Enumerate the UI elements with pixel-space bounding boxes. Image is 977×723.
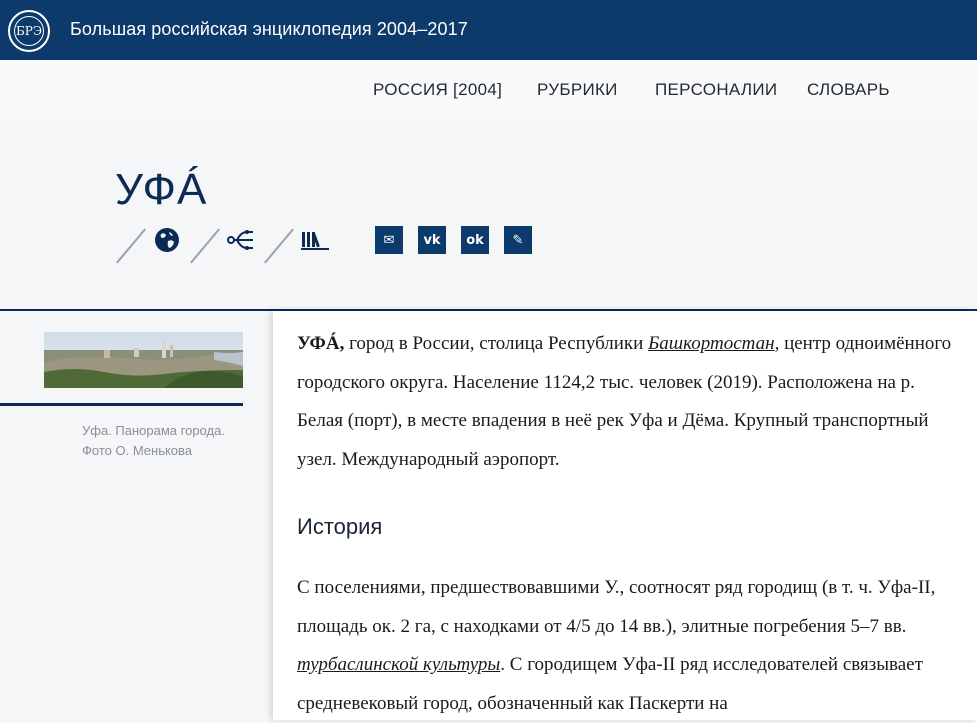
sidebar: Уфа. Панорама города. Фото О. Менькова xyxy=(0,311,273,720)
link-bashkortostan[interactable]: Башкортостан xyxy=(648,333,775,354)
page-title: УФÁ xyxy=(115,165,208,214)
nav-item-rubrics[interactable]: РУБРИКИ xyxy=(537,80,618,100)
livejournal-icon[interactable]: ✎ xyxy=(504,226,532,254)
nav-item-russia[interactable]: РОССИЯ [2004] xyxy=(373,80,502,100)
article-header: УФÁ ✉ vk ok ✎ xyxy=(0,120,977,310)
main-nav: РОССИЯ [2004] РУБРИКИ ПЕРСОНАЛИИ СЛОВАРЬ xyxy=(0,60,977,120)
article-term: УФÁ, xyxy=(297,333,345,354)
site-title[interactable]: Большая российская энциклопедия 2004–201… xyxy=(70,19,468,40)
odnoklassniki-icon[interactable]: ok xyxy=(461,226,489,254)
link-turbaslinskaya-culture[interactable]: турбаслинской культуры xyxy=(297,654,500,675)
separator xyxy=(264,228,294,264)
intro-paragraph: УФÁ, город в России, столица Республики … xyxy=(297,325,965,479)
separator xyxy=(116,228,146,264)
nav-item-persons[interactable]: ПЕРСОНАЛИИ xyxy=(655,80,777,100)
separator xyxy=(190,228,220,264)
section-heading-history: История xyxy=(297,514,383,539)
sidebar-rule xyxy=(0,403,243,406)
share-network-icon[interactable] xyxy=(227,226,255,254)
history-paragraph: С поселениями, предшествовавшими У., соо… xyxy=(297,569,965,723)
nav-item-dictionary[interactable]: СЛОВАРЬ xyxy=(807,80,890,100)
image-caption: Уфа. Панорама города. Фото О. Менькова xyxy=(82,421,225,461)
vk-icon[interactable]: vk xyxy=(418,226,446,254)
intro-text: город в России, столица Республики xyxy=(344,333,649,354)
mail-icon[interactable]: ✉ xyxy=(375,226,403,254)
caption-line: Фото О. Менькова xyxy=(82,443,193,458)
globe-icon[interactable] xyxy=(153,226,181,254)
article-body: УФÁ, город в России, столица Республики … xyxy=(273,311,977,720)
caption-line: Уфа. Панорама города. xyxy=(82,423,225,438)
top-bar: БРЭ Большая российская энциклопедия 2004… xyxy=(0,0,977,60)
history-text: С поселениями, предшествовавшими У., соо… xyxy=(297,577,936,637)
library-icon[interactable] xyxy=(301,226,329,254)
city-panorama-image[interactable] xyxy=(44,332,243,388)
logo[interactable]: БРЭ xyxy=(8,10,50,52)
logo-mark: БРЭ xyxy=(14,16,44,46)
